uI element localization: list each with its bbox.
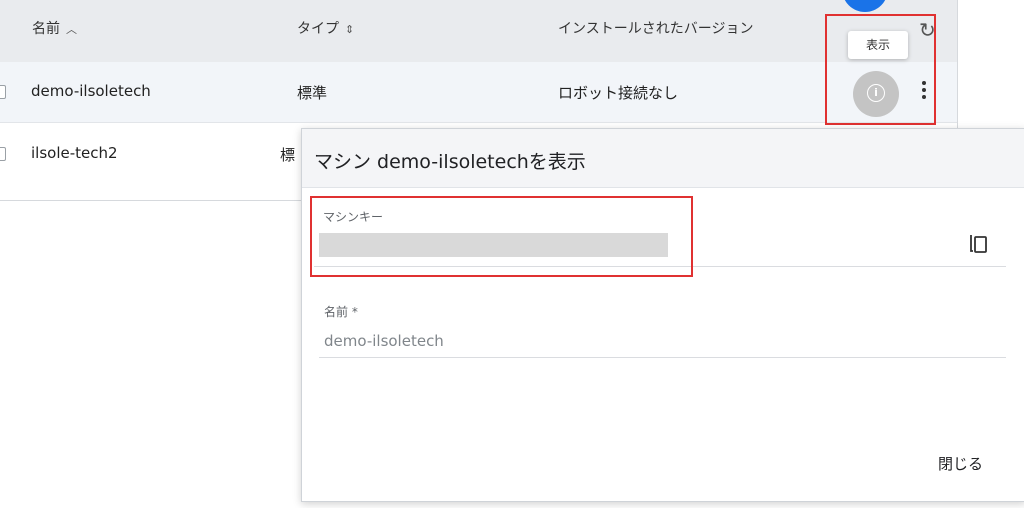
highlight-box-machine-key (310, 196, 693, 277)
table-row[interactable]: demo-ilsoletech 標準 ロボット接続なし (0, 62, 957, 123)
add-button[interactable] (842, 0, 888, 12)
dialog-header: マシン demo-ilsoletechを表示 (302, 129, 1024, 188)
close-button[interactable]: 閉じる (938, 453, 983, 474)
column-header-version[interactable]: インストールされたバージョン (558, 18, 753, 38)
view-machine-dialog: マシン demo-ilsoletechを表示 マシンキー 名前 * demo-i… (301, 128, 1024, 502)
name-field[interactable]: demo-ilsoletech (324, 332, 444, 350)
row-type: 標 (280, 146, 296, 164)
row-version: ロボット接続なし (558, 84, 679, 102)
copy-icon[interactable] (969, 231, 989, 255)
column-header-name[interactable]: 名前 ︿ (32, 18, 77, 38)
row-name: ilsole-tech2 (31, 144, 118, 162)
dialog-title: マシン demo-ilsoletechを表示 (314, 151, 586, 173)
row-type: 標準 (297, 84, 328, 102)
row-checkbox[interactable] (0, 85, 6, 99)
column-header-type[interactable]: タイプ ⇕ (297, 18, 354, 38)
row-name: demo-ilsoletech (31, 82, 151, 100)
row-checkbox[interactable] (0, 147, 6, 161)
name-underline (319, 357, 1006, 358)
highlight-box-actions (825, 14, 936, 125)
unfold-icon: ⇕ (345, 23, 355, 36)
chevron-up-icon: ︿ (66, 23, 77, 36)
name-label: 名前 * (324, 305, 358, 319)
table-header: 名前 ︿ タイプ ⇕ インストールされたバージョン ↻ (0, 0, 957, 62)
